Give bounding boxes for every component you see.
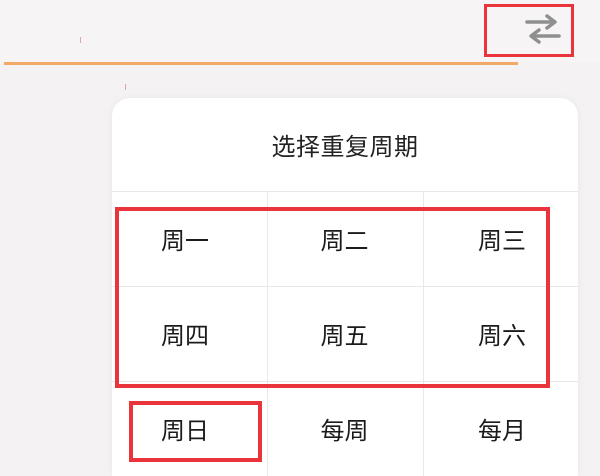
decorative-mark [80,37,81,43]
repeat-swap-icon [523,12,563,49]
option-friday[interactable]: 周五 [267,286,422,381]
option-tuesday[interactable]: 周二 [267,191,422,286]
repeat-options-grid: 周一 周二 周三 周四 周五 周六 周日 每周 每月 [112,191,578,476]
accent-line [4,62,518,65]
option-thursday[interactable]: 周四 [112,286,267,381]
repeat-cycle-popover: 选择重复周期 周一 周二 周三 周四 周五 周六 周日 每周 每月 [112,98,578,476]
option-monday[interactable]: 周一 [112,191,267,286]
option-every-month[interactable]: 每月 [423,381,578,476]
option-sunday[interactable]: 周日 [112,381,267,476]
option-every-week[interactable]: 每周 [267,381,422,476]
option-saturday[interactable]: 周六 [423,286,578,381]
option-wednesday[interactable]: 周三 [423,191,578,286]
repeat-cycle-button[interactable] [484,4,574,57]
popover-title: 选择重复周期 [271,133,419,161]
decorative-mark [125,84,126,90]
